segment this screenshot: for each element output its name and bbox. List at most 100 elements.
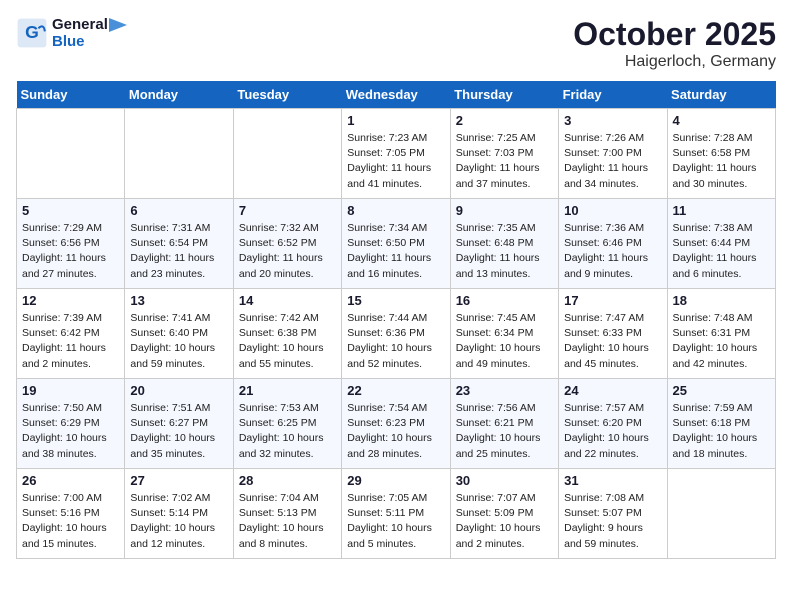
day-info: Sunrise: 7:04 AM Sunset: 5:13 PM Dayligh… — [239, 491, 336, 552]
day-number: 6 — [130, 203, 227, 218]
day-info: Sunrise: 7:44 AM Sunset: 6:36 PM Dayligh… — [347, 311, 444, 372]
day-info: Sunrise: 7:05 AM Sunset: 5:11 PM Dayligh… — [347, 491, 444, 552]
weekday-wednesday: Wednesday — [342, 81, 450, 109]
day-number: 29 — [347, 473, 444, 488]
day-number: 14 — [239, 293, 336, 308]
day-info: Sunrise: 7:51 AM Sunset: 6:27 PM Dayligh… — [130, 401, 227, 462]
calendar-cell: 15 Sunrise: 7:44 AM Sunset: 6:36 PM Dayli… — [342, 289, 450, 379]
day-info: Sunrise: 7:45 AM Sunset: 6:34 PM Dayligh… — [456, 311, 553, 372]
calendar-table: SundayMondayTuesdayWednesdayThursdayFrid… — [16, 81, 776, 559]
day-number: 2 — [456, 113, 553, 128]
day-info: Sunrise: 7:36 AM Sunset: 6:46 PM Dayligh… — [564, 221, 661, 282]
day-info: Sunrise: 7:31 AM Sunset: 6:54 PM Dayligh… — [130, 221, 227, 282]
day-info: Sunrise: 7:39 AM Sunset: 6:42 PM Dayligh… — [22, 311, 119, 372]
calendar-cell: 13 Sunrise: 7:41 AM Sunset: 6:40 PM Dayli… — [125, 289, 233, 379]
calendar-cell — [233, 109, 341, 199]
calendar-week-3: 12 Sunrise: 7:39 AM Sunset: 6:42 PM Dayli… — [17, 289, 776, 379]
weekday-thursday: Thursday — [450, 81, 558, 109]
day-number: 15 — [347, 293, 444, 308]
day-info: Sunrise: 7:34 AM Sunset: 6:50 PM Dayligh… — [347, 221, 444, 282]
day-number: 13 — [130, 293, 227, 308]
calendar-cell: 11 Sunrise: 7:38 AM Sunset: 6:44 PM Dayli… — [667, 199, 775, 289]
calendar-cell — [125, 109, 233, 199]
day-info: Sunrise: 7:25 AM Sunset: 7:03 PM Dayligh… — [456, 131, 553, 192]
calendar-cell: 18Sunrise: 7:48 AM Sunset: 6:31 PM Dayli… — [667, 289, 775, 379]
day-number: 22 — [347, 383, 444, 398]
calendar-cell: 9 Sunrise: 7:35 AM Sunset: 6:48 PM Daylig… — [450, 199, 558, 289]
day-info: Sunrise: 7:26 AM Sunset: 7:00 PM Dayligh… — [564, 131, 661, 192]
day-info: Sunrise: 7:29 AM Sunset: 6:56 PM Dayligh… — [22, 221, 119, 282]
day-info: Sunrise: 7:38 AM Sunset: 6:44 PM Dayligh… — [673, 221, 770, 282]
calendar-cell: 16 Sunrise: 7:45 AM Sunset: 6:34 PM Dayli… — [450, 289, 558, 379]
day-info: Sunrise: 7:53 AM Sunset: 6:25 PM Dayligh… — [239, 401, 336, 462]
day-number: 26 — [22, 473, 119, 488]
weekday-monday: Monday — [125, 81, 233, 109]
day-info: Sunrise: 7:35 AM Sunset: 6:48 PM Dayligh… — [456, 221, 553, 282]
day-info: Sunrise: 7:59 AM Sunset: 6:18 PM Dayligh… — [673, 401, 770, 462]
day-info: Sunrise: 7:28 AM Sunset: 6:58 PM Dayligh… — [673, 131, 770, 192]
calendar-cell: 12 Sunrise: 7:39 AM Sunset: 6:42 PM Dayli… — [17, 289, 125, 379]
calendar-body: 1Sunrise: 7:23 AM Sunset: 7:05 PM Daylig… — [17, 109, 776, 559]
logo-text: General — [52, 16, 128, 33]
calendar-cell: 5Sunrise: 7:29 AM Sunset: 6:56 PM Daylig… — [17, 199, 125, 289]
calendar-cell: 25Sunrise: 7:59 AM Sunset: 6:18 PM Dayli… — [667, 379, 775, 469]
month-title: October 2025 — [573, 16, 776, 53]
weekday-tuesday: Tuesday — [233, 81, 341, 109]
title-block: October 2025 Haigerloch, Germany — [573, 16, 776, 71]
calendar-cell: 20 Sunrise: 7:51 AM Sunset: 6:27 PM Dayli… — [125, 379, 233, 469]
logo-arrow-icon — [109, 18, 127, 32]
day-number: 9 — [456, 203, 553, 218]
day-number: 20 — [130, 383, 227, 398]
weekday-friday: Friday — [559, 81, 667, 109]
weekday-header-row: SundayMondayTuesdayWednesdayThursdayFrid… — [17, 81, 776, 109]
day-number: 4 — [673, 113, 770, 128]
calendar-cell: 8 Sunrise: 7:34 AM Sunset: 6:50 PM Daylig… — [342, 199, 450, 289]
calendar-cell: 7 Sunrise: 7:32 AM Sunset: 6:52 PM Daylig… — [233, 199, 341, 289]
day-info: Sunrise: 7:23 AM Sunset: 7:05 PM Dayligh… — [347, 131, 444, 192]
day-number: 31 — [564, 473, 661, 488]
calendar-week-2: 5Sunrise: 7:29 AM Sunset: 6:56 PM Daylig… — [17, 199, 776, 289]
day-info: Sunrise: 7:02 AM Sunset: 5:14 PM Dayligh… — [130, 491, 227, 552]
day-number: 12 — [22, 293, 119, 308]
calendar-cell: 4 Sunrise: 7:28 AM Sunset: 6:58 PM Daylig… — [667, 109, 775, 199]
day-number: 11 — [673, 203, 770, 218]
day-number: 7 — [239, 203, 336, 218]
day-number: 3 — [564, 113, 661, 128]
page-header: G General Blue October 2025 Haigerloch, … — [16, 16, 776, 71]
calendar-cell: 30Sunrise: 7:07 AM Sunset: 5:09 PM Dayli… — [450, 469, 558, 559]
day-number: 19 — [22, 383, 119, 398]
day-number: 27 — [130, 473, 227, 488]
day-number: 24 — [564, 383, 661, 398]
day-info: Sunrise: 7:56 AM Sunset: 6:21 PM Dayligh… — [456, 401, 553, 462]
day-info: Sunrise: 7:32 AM Sunset: 6:52 PM Dayligh… — [239, 221, 336, 282]
calendar-week-1: 1Sunrise: 7:23 AM Sunset: 7:05 PM Daylig… — [17, 109, 776, 199]
calendar-cell — [667, 469, 775, 559]
logo: G General Blue — [16, 16, 128, 50]
day-info: Sunrise: 7:41 AM Sunset: 6:40 PM Dayligh… — [130, 311, 227, 372]
day-number: 16 — [456, 293, 553, 308]
day-number: 28 — [239, 473, 336, 488]
calendar-cell: 14Sunrise: 7:42 AM Sunset: 6:38 PM Dayli… — [233, 289, 341, 379]
day-number: 18 — [673, 293, 770, 308]
location-title: Haigerloch, Germany — [573, 53, 776, 71]
calendar-cell: 1Sunrise: 7:23 AM Sunset: 7:05 PM Daylig… — [342, 109, 450, 199]
svg-text:G: G — [25, 22, 39, 42]
day-info: Sunrise: 7:07 AM Sunset: 5:09 PM Dayligh… — [456, 491, 553, 552]
day-info: Sunrise: 7:50 AM Sunset: 6:29 PM Dayligh… — [22, 401, 119, 462]
calendar-week-5: 26 Sunrise: 7:00 AM Sunset: 5:16 PM Dayli… — [17, 469, 776, 559]
calendar-cell: 29 Sunrise: 7:05 AM Sunset: 5:11 PM Dayli… — [342, 469, 450, 559]
day-info: Sunrise: 7:54 AM Sunset: 6:23 PM Dayligh… — [347, 401, 444, 462]
day-info: Sunrise: 7:47 AM Sunset: 6:33 PM Dayligh… — [564, 311, 661, 372]
calendar-cell: 28 Sunrise: 7:04 AM Sunset: 5:13 PM Dayli… — [233, 469, 341, 559]
day-number: 8 — [347, 203, 444, 218]
calendar-cell: 31Sunrise: 7:08 AM Sunset: 5:07 PM Dayli… — [559, 469, 667, 559]
calendar-cell: 19 Sunrise: 7:50 AM Sunset: 6:29 PM Dayli… — [17, 379, 125, 469]
calendar-cell: 27 Sunrise: 7:02 AM Sunset: 5:14 PM Dayli… — [125, 469, 233, 559]
calendar-cell — [17, 109, 125, 199]
calendar-cell: 26 Sunrise: 7:00 AM Sunset: 5:16 PM Dayli… — [17, 469, 125, 559]
calendar-cell: 17 Sunrise: 7:47 AM Sunset: 6:33 PM Dayli… — [559, 289, 667, 379]
day-number: 10 — [564, 203, 661, 218]
day-info: Sunrise: 7:00 AM Sunset: 5:16 PM Dayligh… — [22, 491, 119, 552]
day-number: 17 — [564, 293, 661, 308]
day-number: 21 — [239, 383, 336, 398]
